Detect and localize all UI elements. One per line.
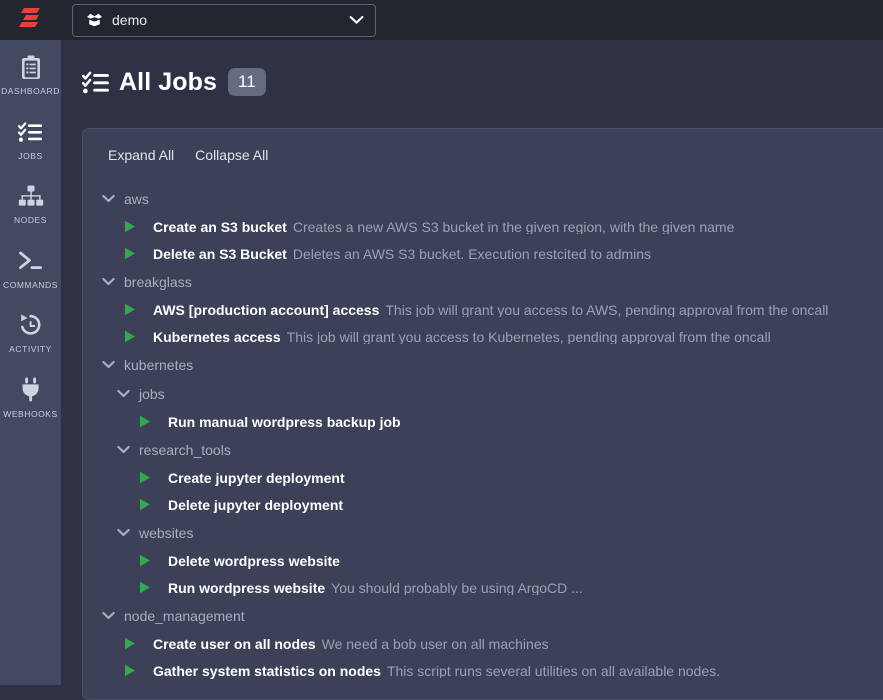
run-job-play-icon[interactable] bbox=[124, 637, 137, 650]
job-name[interactable]: Create jupyter deployment bbox=[168, 471, 345, 485]
sidebar-item-jobs[interactable]: JOBS bbox=[0, 105, 61, 170]
page-header: All Jobs 11 bbox=[61, 40, 883, 102]
job-row[interactable]: Kubernetes access This job will grant you… bbox=[83, 323, 883, 350]
job-row[interactable]: Run manual wordpress backup job bbox=[83, 408, 883, 435]
chevron-down-icon[interactable] bbox=[102, 277, 117, 286]
job-tree: aws Create an S3 bucket Creates a new AWS … bbox=[83, 176, 883, 684]
job-name[interactable]: Delete wordpress website bbox=[168, 554, 340, 568]
job-description: This script runs several utilities on al… bbox=[386, 663, 721, 678]
job-group-name: aws bbox=[124, 190, 149, 207]
job-name[interactable]: Delete an S3 Bucket bbox=[153, 247, 287, 261]
top-navbar: demo bbox=[0, 0, 883, 40]
sidebar-label-nodes: NODES bbox=[14, 215, 47, 225]
job-name[interactable]: Run wordpress website bbox=[168, 581, 325, 595]
job-row[interactable]: Delete an S3 Bucket Deletes an AWS S3 buc… bbox=[83, 240, 883, 267]
chevron-down-icon[interactable] bbox=[117, 528, 132, 537]
sidebar-label-activity: ACTIVITY bbox=[9, 344, 52, 354]
job-name[interactable]: Delete jupyter deployment bbox=[168, 498, 343, 512]
job-row[interactable]: Create an S3 bucket Creates a new AWS S3 … bbox=[83, 213, 883, 240]
terminal-icon bbox=[18, 248, 44, 274]
job-group-row[interactable]: research_tools bbox=[83, 435, 883, 464]
rundeck-logo-icon bbox=[18, 7, 43, 34]
sidebar-item-activity[interactable]: ACTIVITY bbox=[0, 298, 61, 363]
job-description: Deletes an AWS S3 bucket. Execution rest… bbox=[292, 246, 652, 261]
expand-all-button[interactable]: Expand All bbox=[102, 146, 180, 176]
job-group-row[interactable]: kubernetes bbox=[83, 350, 883, 379]
collapse-all-button[interactable]: Collapse All bbox=[189, 146, 274, 176]
job-name[interactable]: Run manual wordpress backup job bbox=[168, 415, 401, 429]
run-job-play-icon[interactable] bbox=[124, 664, 137, 677]
job-name[interactable]: Create user on all nodes bbox=[153, 637, 316, 651]
job-group-name: breakglass bbox=[124, 273, 192, 290]
job-name[interactable]: AWS [production account] access bbox=[153, 303, 379, 317]
run-job-play-icon[interactable] bbox=[139, 581, 152, 594]
job-row[interactable]: Delete jupyter deployment bbox=[83, 491, 883, 518]
job-group-row[interactable]: websites bbox=[83, 518, 883, 547]
chevron-down-icon[interactable] bbox=[117, 389, 132, 398]
chevron-down-icon[interactable] bbox=[349, 15, 364, 25]
job-count-badge: 11 bbox=[228, 68, 266, 96]
project-name-label: demo bbox=[112, 12, 148, 28]
main-content: All Jobs 11 Expand All Collapse All aws C… bbox=[61, 40, 883, 700]
chevron-down-icon[interactable] bbox=[102, 360, 117, 369]
job-group-name: node_management bbox=[124, 607, 245, 624]
run-job-play-icon[interactable] bbox=[124, 303, 137, 316]
run-job-play-icon[interactable] bbox=[124, 247, 137, 260]
job-description: This job will grant you access to Kubern… bbox=[286, 329, 771, 344]
job-row[interactable]: Delete wordpress website bbox=[83, 547, 883, 574]
project-selector[interactable]: demo bbox=[72, 3, 376, 37]
checklist-icon bbox=[18, 119, 43, 145]
run-job-play-icon[interactable] bbox=[124, 330, 137, 343]
job-name[interactable]: Create an S3 bucket bbox=[153, 220, 287, 234]
sidebar-item-nodes[interactable]: NODES bbox=[0, 169, 61, 234]
job-group-name: kubernetes bbox=[124, 356, 194, 373]
job-group-row[interactable]: node_management bbox=[83, 601, 883, 630]
job-name[interactable]: Kubernetes access bbox=[153, 330, 281, 344]
sidebar-label-webhooks: WEBHOOKS bbox=[3, 408, 58, 419]
clipboard-list-icon bbox=[20, 54, 42, 80]
job-group-row[interactable]: aws bbox=[83, 184, 883, 213]
sitemap-icon bbox=[18, 183, 44, 209]
sidebar-item-commands[interactable]: COMMANDS bbox=[0, 234, 61, 299]
run-job-play-icon[interactable] bbox=[124, 220, 137, 233]
job-group-name: jobs bbox=[139, 385, 165, 402]
job-row[interactable]: Create jupyter deployment bbox=[83, 464, 883, 491]
chevron-down-icon[interactable] bbox=[117, 445, 132, 454]
job-row[interactable]: Gather system statistics on nodes This sc… bbox=[83, 657, 883, 684]
tree-toolbar: Expand All Collapse All bbox=[83, 129, 883, 176]
job-description: We need a bob user on all machines bbox=[321, 636, 549, 651]
job-row[interactable]: Create user on all nodes We need a bob us… bbox=[83, 630, 883, 657]
sidebar-item-webhooks[interactable]: WEBHOOKS bbox=[0, 363, 61, 428]
run-job-play-icon[interactable] bbox=[139, 498, 152, 511]
checklist-icon bbox=[82, 70, 110, 95]
job-description: Creates a new AWS S3 bucket in the given… bbox=[292, 219, 735, 234]
job-row[interactable]: AWS [production account] access This job … bbox=[83, 296, 883, 323]
sidebar-label-commands: COMMANDS bbox=[3, 279, 58, 290]
brand-home-link[interactable] bbox=[0, 0, 61, 40]
sidebar-label-jobs: JOBS bbox=[18, 150, 43, 161]
history-clock-icon bbox=[18, 312, 43, 338]
run-job-play-icon[interactable] bbox=[139, 554, 152, 567]
chevron-down-icon[interactable] bbox=[102, 611, 117, 620]
job-name[interactable]: Gather system statistics on nodes bbox=[153, 664, 381, 678]
chevron-down-icon[interactable] bbox=[102, 194, 117, 203]
job-group-name: research_tools bbox=[139, 441, 231, 458]
sidebar-item-dashboard[interactable]: DASHBOARD bbox=[0, 40, 61, 105]
page-title: All Jobs bbox=[119, 67, 218, 96]
open-box-icon bbox=[86, 13, 103, 27]
job-group-name: websites bbox=[139, 524, 194, 541]
run-job-play-icon[interactable] bbox=[139, 471, 152, 484]
job-row[interactable]: Run wordpress website You should probably… bbox=[83, 574, 883, 601]
sidebar-label-dashboard: DASHBOARD bbox=[1, 86, 60, 96]
jobs-card: Expand All Collapse All aws Create an S3 … bbox=[82, 128, 883, 700]
job-description: You should probably be using ArgoCD ... bbox=[331, 580, 583, 595]
left-sidebar: DASHBOARD JOBS NODES COMMANDS ACTIVITY W… bbox=[0, 40, 61, 685]
job-description: This job will grant you access to AWS, p… bbox=[385, 302, 829, 317]
job-group-row[interactable]: jobs bbox=[83, 379, 883, 408]
run-job-play-icon[interactable] bbox=[139, 415, 152, 428]
job-group-row[interactable]: breakglass bbox=[83, 267, 883, 296]
plug-icon bbox=[20, 377, 42, 403]
